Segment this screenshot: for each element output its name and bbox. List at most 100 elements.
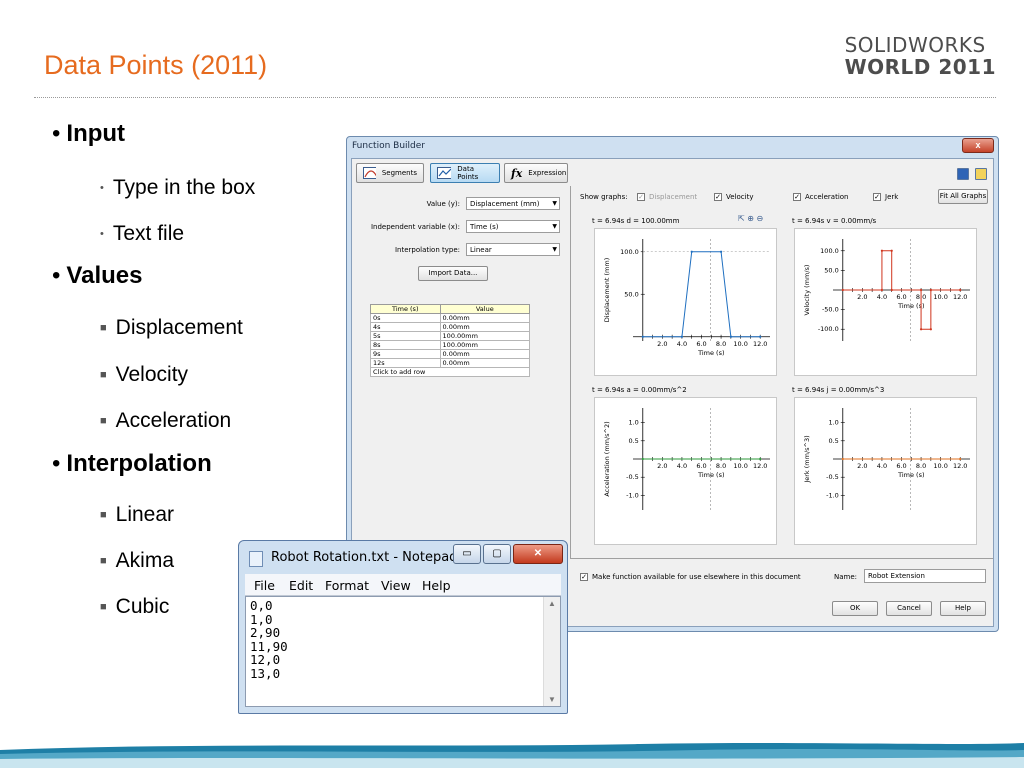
segments-icon [363, 167, 376, 179]
table-row[interactable]: 9s 0.00mm [370, 349, 531, 359]
x-tick-label: 6.0 [896, 293, 906, 301]
menu-help[interactable]: Help [422, 578, 451, 593]
scroll-down-icon[interactable]: ▼ [548, 695, 556, 704]
menu-view[interactable]: View [381, 578, 411, 593]
checkbox-icon: ✓ [637, 193, 645, 201]
table-row[interactable]: 12s 0.00mm [370, 358, 531, 368]
data-point [759, 335, 762, 338]
indep-select[interactable]: Time (s) ▼ [466, 220, 560, 233]
cancel-button[interactable]: Cancel [886, 601, 932, 616]
x-tick-label: 8.0 [716, 462, 726, 470]
checkbox-acceleration[interactable]: ✓ Acceleration [793, 193, 849, 201]
close-button[interactable]: x [962, 138, 994, 153]
jerk-plot[interactable]: 2.0 4.0 6.0 8.0 10.0 12.0 -1.0 -0.5 0.5 1.0 Time (… [794, 397, 977, 545]
sub-bullet: • Text file [100, 222, 185, 245]
ok-button[interactable]: OK [832, 601, 878, 616]
x-tick-label: 10.0 [933, 293, 947, 301]
y-tick-label: -1.0 [626, 491, 639, 499]
x-tick-label: 4.0 [877, 462, 887, 470]
brand-line-2: WORLD 2011 [844, 55, 996, 79]
menu-file[interactable]: File [254, 578, 275, 593]
y-tick-label: -0.5 [826, 473, 839, 481]
menu-edit[interactable]: Edit [289, 578, 313, 593]
help-button[interactable]: Help [940, 601, 986, 616]
name-input[interactable]: Robot Extension [864, 569, 986, 583]
close-button[interactable]: ✕ [513, 544, 563, 564]
y-tick-label: 100.0 [820, 247, 839, 255]
tab-data-points[interactable]: Data Points [430, 163, 500, 183]
sub-bullet: ■ Displacement [100, 316, 243, 339]
data-point [959, 457, 962, 461]
data-point [841, 457, 844, 461]
table-row[interactable]: 0s 0.00mm [370, 313, 531, 323]
displacement-plot[interactable]: 2.0 4.0 6.0 8.0 10.0 12.0 50.0 100.0 Time (s) Dis… [594, 228, 777, 376]
x-tick-label: 12.0 [953, 462, 967, 470]
sub-bullet: ■ Cubic [100, 595, 170, 618]
y-tick-label: 50.0 [624, 290, 638, 298]
text-editor[interactable]: 0,0 1,0 2,90 11,90 12,0 13,0 ▲ ▼ [245, 596, 561, 707]
table-row[interactable]: 4s 0.00mm [370, 322, 531, 332]
plot-readout-displacement: t = 6.94s d = 100.00mm [592, 217, 680, 225]
x-tick-label: 2.0 [657, 340, 667, 348]
vertical-scrollbar[interactable]: ▲ ▼ [543, 597, 560, 706]
show-graphs-label: Show graphs: [580, 193, 628, 201]
value-select[interactable]: Displacement (mm) ▼ [466, 197, 560, 210]
tab-expression[interactable]: fx Expression [504, 163, 568, 183]
minimize-button[interactable]: ▭ [453, 544, 481, 564]
fit-all-graphs-button[interactable]: Fit All Graphs [938, 189, 988, 204]
data-point [890, 249, 893, 252]
notepad-title: Robot Rotation.txt - Notepad [271, 550, 458, 565]
x-tick-label: 2.0 [857, 462, 867, 470]
y-tick-label: 50.0 [824, 266, 838, 274]
open-icon[interactable] [975, 168, 987, 180]
scroll-up-icon[interactable]: ▲ [548, 599, 556, 608]
y-tick-label: -50.0 [822, 306, 839, 314]
value-label: Value (y): [426, 200, 460, 208]
data-point [959, 288, 962, 292]
maximize-button[interactable]: ▢ [483, 544, 511, 564]
table-row[interactable]: 5s 100.00mm [370, 331, 531, 341]
interp-label: Interpolation type: [394, 246, 460, 254]
y-tick-label: -0.5 [626, 473, 639, 481]
acceleration-plot[interactable]: 2.0 4.0 6.0 8.0 10.0 12.0 -1.0 -0.5 0.5 1.0 Time (… [594, 397, 777, 545]
chevron-down-icon: ▼ [552, 223, 557, 230]
interp-select[interactable]: Linear ▼ [466, 243, 560, 256]
editor-content: 0,0 1,0 2,90 11,90 12,0 13,0 [250, 598, 288, 681]
data-point [929, 328, 932, 331]
plot-readout-acceleration: t = 6.94s a = 0.00mm/s^2 [592, 386, 687, 394]
series-line [642, 251, 761, 338]
table-row[interactable]: 8s 100.00mm [370, 340, 531, 350]
data-point [641, 457, 644, 461]
y-tick-label: 1.0 [628, 419, 638, 427]
x-tick-label: 8.0 [916, 462, 926, 470]
y-axis-label: Acceleration (mm/s^2) [603, 421, 611, 496]
y-tick-label: -100.0 [818, 325, 839, 333]
x-tick-label: 4.0 [677, 462, 687, 470]
make-available-checkbox[interactable]: ✓ Make function available for use elsewhe… [580, 573, 801, 581]
y-tick-label: 100.0 [620, 248, 639, 256]
checkbox-velocity[interactable]: ✓ Velocity [714, 193, 753, 201]
velocity-plot[interactable]: 2.0 4.0 6.0 8.0 10.0 12.0 -100.0 -50.0 50.0 100.0… [794, 228, 977, 376]
x-tick-label: 6.0 [696, 462, 706, 470]
footer-divider [570, 558, 993, 559]
pointer-icon[interactable]: ⇱ ⊕ ⊖ [738, 214, 763, 223]
data-point [841, 288, 844, 292]
checkbox-icon: ✓ [714, 193, 722, 201]
checkbox-jerk[interactable]: ✓ Jerk [873, 193, 898, 201]
menu-bar: File Edit Format View Help [245, 574, 561, 596]
data-point [890, 288, 893, 292]
x-tick-label: 8.0 [716, 340, 726, 348]
notepad-window: Robot Rotation.txt - Notepad ▭ ▢ ✕ File … [238, 540, 568, 714]
import-data-button[interactable]: Import Data... [418, 266, 488, 281]
data-point [759, 457, 762, 461]
sub-bullet: • Type in the box [100, 176, 256, 199]
checkbox-displacement: ✓ Displacement [637, 193, 698, 201]
plot-readout-velocity: t = 6.94s v = 0.00mm/s [792, 217, 877, 225]
tab-segments[interactable]: Segments [356, 163, 424, 183]
y-axis-label: Velocity (mm/s) [803, 265, 811, 316]
x-tick-label: 4.0 [877, 293, 887, 301]
save-icon[interactable] [957, 168, 969, 180]
bullet-values: • Values [52, 262, 143, 289]
menu-format[interactable]: Format [325, 578, 369, 593]
add-row[interactable]: Click to add row [370, 367, 530, 377]
